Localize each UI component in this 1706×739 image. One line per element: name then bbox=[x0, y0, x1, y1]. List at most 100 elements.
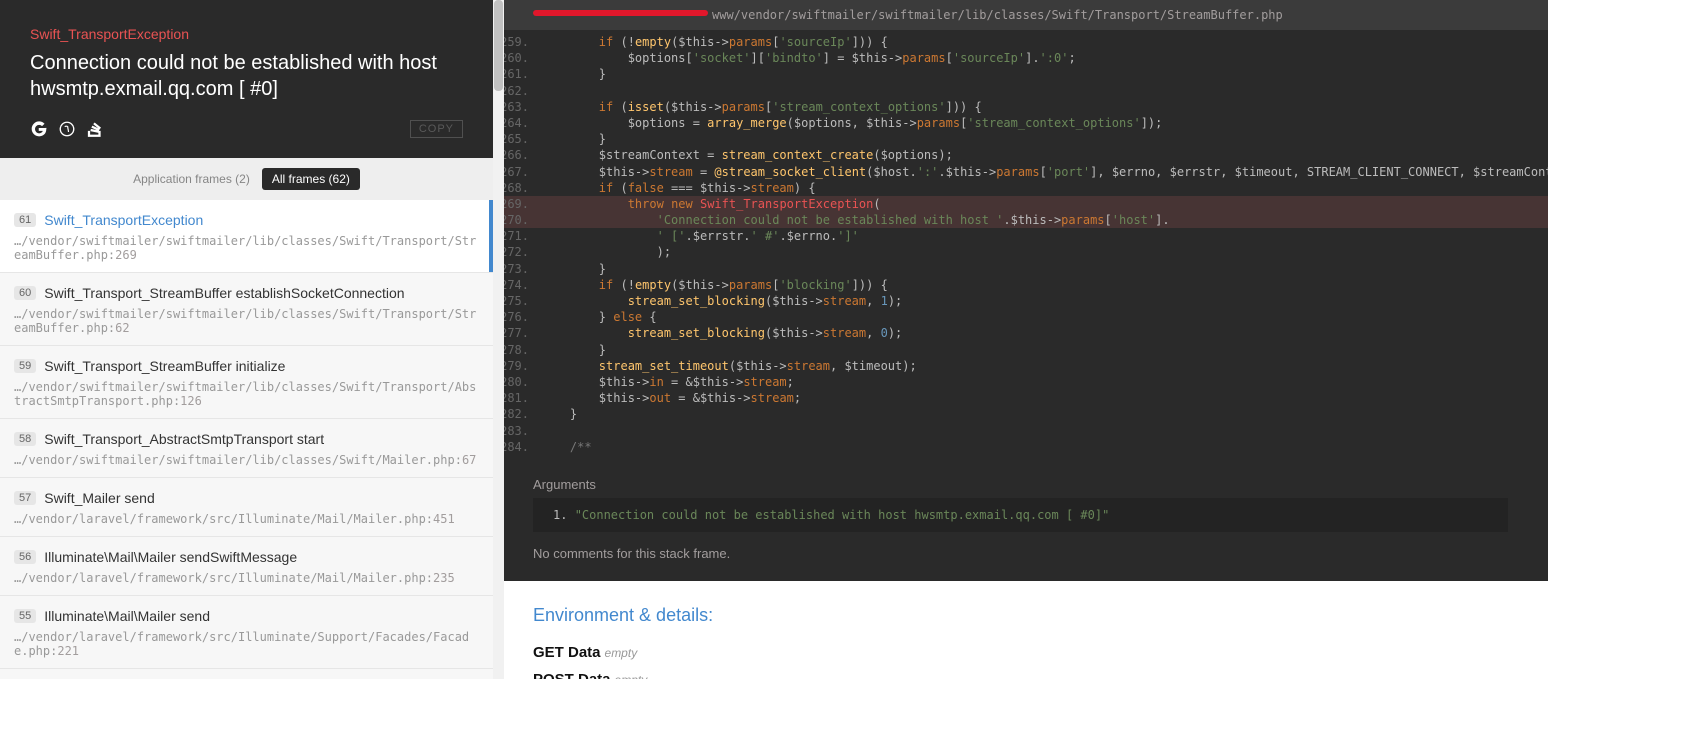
line-source: $this->in = &$this->stream; bbox=[541, 374, 794, 390]
detail-empty: empty bbox=[615, 673, 648, 679]
code-line: 284. /** bbox=[493, 439, 1548, 455]
frame-number: 61 bbox=[14, 213, 36, 227]
line-source: stream_set_timeout($this->stream, $timeo… bbox=[541, 358, 917, 374]
frame-number: 58 bbox=[14, 432, 36, 446]
stack-frame[interactable]: 55 Illuminate\Mail\Mailer send …/vendor/la… bbox=[0, 596, 493, 669]
stack-frame[interactable]: 57 Swift_Mailer send …/vendor/laravel/fram… bbox=[0, 478, 493, 537]
frame-file-path: …/vendor/swiftmailer/swiftmailer/lib/cla… bbox=[14, 380, 479, 408]
line-source: $streamContext = stream_context_create($… bbox=[541, 147, 953, 163]
line-source: throw new Swift_TransportException( bbox=[541, 196, 881, 212]
frame-file-path: …/vendor/laravel/framework/src/Illuminat… bbox=[14, 630, 479, 658]
frame-title: Swift_Transport_StreamBuffer establishSo… bbox=[44, 285, 404, 301]
stack-frame[interactable]: 54Illuminate\Support\Facades\Facade __ca… bbox=[0, 669, 493, 679]
stack-frame[interactable]: 58 Swift_Transport_AbstractSmtpTransport … bbox=[0, 419, 493, 478]
detail-label: GET Data bbox=[533, 644, 601, 661]
code-line: 264. $options = array_merge($options, $t… bbox=[493, 115, 1548, 131]
stack-frame[interactable]: 60 Swift_Transport_StreamBuffer establish… bbox=[0, 273, 493, 346]
frame-title: Illuminate\Mail\Mailer send bbox=[44, 608, 210, 624]
left-scrollbar-track[interactable] bbox=[493, 0, 504, 679]
left-panel: Swift_TransportException Connection coul… bbox=[0, 0, 493, 679]
left-scrollbar-thumb[interactable] bbox=[494, 0, 503, 91]
code-line: 259. if (!empty($this->params['sourceIp'… bbox=[493, 34, 1548, 50]
line-source: $this->stream = @stream_socket_client($h… bbox=[541, 164, 1548, 180]
stackoverflow-search-icon[interactable] bbox=[86, 120, 104, 138]
frame-title: Swift_Transport_AbstractSmtpTransport st… bbox=[44, 431, 324, 447]
source-file-path: www/vendor/swiftmailer/swiftmailer/lib/c… bbox=[493, 0, 1548, 30]
detail-row: GET Dataempty bbox=[533, 644, 1508, 661]
help-actions: COPY bbox=[30, 120, 463, 138]
frame-number: 55 bbox=[14, 609, 36, 623]
frame-file-path: …/vendor/swiftmailer/swiftmailer/lib/cla… bbox=[14, 234, 479, 262]
code-line: 275. stream_set_blocking($this->stream, … bbox=[493, 293, 1548, 309]
source-code: 259. if (!empty($this->params['sourceIp'… bbox=[493, 30, 1548, 467]
line-source: } bbox=[541, 66, 606, 82]
line-source: } bbox=[541, 406, 577, 422]
tab-application-frames[interactable]: Application frames (2) bbox=[133, 172, 250, 186]
frame-title: Swift_TransportException bbox=[44, 212, 203, 228]
stack-frame[interactable]: 56 Illuminate\Mail\Mailer sendSwiftMessag… bbox=[0, 537, 493, 596]
frame-number: 56 bbox=[14, 550, 36, 564]
frame-number: 57 bbox=[14, 491, 36, 505]
arguments-heading: Arguments bbox=[493, 467, 1548, 498]
line-source: $this->out = &$this->stream; bbox=[541, 390, 801, 406]
line-source: if (!empty($this->params['sourceIp'])) { bbox=[541, 34, 888, 50]
code-line: 260. $options['socket']['bindto'] = $thi… bbox=[493, 50, 1548, 66]
arguments-box: 1. "Connection could not be established … bbox=[533, 498, 1508, 532]
frame-file-path: …/vendor/laravel/framework/src/Illuminat… bbox=[14, 512, 479, 526]
code-line: 283. bbox=[493, 423, 1548, 439]
argument-value: "Connection could not be established wit… bbox=[575, 508, 1110, 522]
line-source: $options['socket']['bindto'] = $this->pa… bbox=[541, 50, 1076, 66]
exception-name: Swift_TransportException bbox=[30, 26, 463, 42]
environment-details: Environment & details: GET DataemptyPOST… bbox=[493, 581, 1548, 679]
code-line: 265. } bbox=[493, 131, 1548, 147]
line-source: } bbox=[541, 131, 606, 147]
code-line: 267. $this->stream = @stream_socket_clie… bbox=[493, 164, 1548, 180]
line-source: if (!empty($this->params['blocking'])) { bbox=[541, 277, 888, 293]
code-line: 281. $this->out = &$this->stream; bbox=[493, 390, 1548, 406]
line-source: stream_set_blocking($this->stream, 1); bbox=[541, 293, 902, 309]
exception-header: Swift_TransportException Connection coul… bbox=[0, 0, 493, 158]
code-line: 261. } bbox=[493, 66, 1548, 82]
google-search-icon[interactable] bbox=[30, 120, 48, 138]
line-source: stream_set_blocking($this->stream, 0); bbox=[541, 325, 902, 341]
line-source: } else { bbox=[541, 309, 657, 325]
line-source: /** bbox=[541, 439, 592, 455]
line-source: 'Connection could not be established wit… bbox=[541, 212, 1170, 228]
line-source: if (false === $this->stream) { bbox=[541, 180, 816, 196]
line-source: if (isset($this->params['stream_context_… bbox=[541, 99, 982, 115]
code-line: 276. } else { bbox=[493, 309, 1548, 325]
duckduckgo-search-icon[interactable] bbox=[58, 120, 76, 138]
code-line: 278. } bbox=[493, 342, 1548, 358]
stack-frame[interactable]: 59 Swift_Transport_StreamBuffer initializ… bbox=[0, 346, 493, 419]
code-line: 279. stream_set_timeout($this->stream, $… bbox=[493, 358, 1548, 374]
exception-message: Connection could not be established with… bbox=[30, 50, 463, 102]
line-source: } bbox=[541, 342, 606, 358]
frame-number: 60 bbox=[14, 286, 36, 300]
code-line: 268. if (false === $this->stream) { bbox=[493, 180, 1548, 196]
code-line: 282. } bbox=[493, 406, 1548, 422]
tab-all-frames[interactable]: All frames (62) bbox=[262, 168, 360, 190]
frame-number: 59 bbox=[14, 359, 36, 373]
code-line: 269. throw new Swift_TransportException( bbox=[493, 196, 1548, 212]
code-line: 270. 'Connection could not be establishe… bbox=[493, 212, 1548, 228]
right-panel: www/vendor/swiftmailer/swiftmailer/lib/c… bbox=[493, 0, 1548, 679]
code-line: 280. $this->in = &$this->stream; bbox=[493, 374, 1548, 390]
stack-frame[interactable]: 61 Swift_TransportException …/vendor/swift… bbox=[0, 200, 493, 273]
line-source: ); bbox=[541, 244, 671, 260]
code-line: 272. ); bbox=[493, 244, 1548, 260]
detail-label: POST Data bbox=[533, 671, 611, 679]
code-line: 274. if (!empty($this->params['blocking'… bbox=[493, 277, 1548, 293]
frame-title: Illuminate\Mail\Mailer sendSwiftMessage bbox=[44, 549, 297, 565]
details-heading: Environment & details: bbox=[533, 605, 1508, 626]
frame-file-path: …/vendor/swiftmailer/swiftmailer/lib/cla… bbox=[14, 453, 479, 467]
line-source: ' ['.$errstr.' #'.$errno.']' bbox=[541, 228, 859, 244]
frame-file-path: …/vendor/swiftmailer/swiftmailer/lib/cla… bbox=[14, 307, 479, 335]
file-path-suffix: www/vendor/swiftmailer/swiftmailer/lib/c… bbox=[712, 8, 1283, 22]
line-source: } bbox=[541, 261, 606, 277]
code-line: 273. } bbox=[493, 261, 1548, 277]
copy-button[interactable]: COPY bbox=[410, 120, 463, 138]
frame-title: Swift_Mailer send bbox=[44, 490, 155, 506]
code-line: 262. bbox=[493, 83, 1548, 99]
code-line: 263. if (isset($this->params['stream_con… bbox=[493, 99, 1548, 115]
frame-title: Swift_Transport_StreamBuffer initialize bbox=[44, 358, 285, 374]
